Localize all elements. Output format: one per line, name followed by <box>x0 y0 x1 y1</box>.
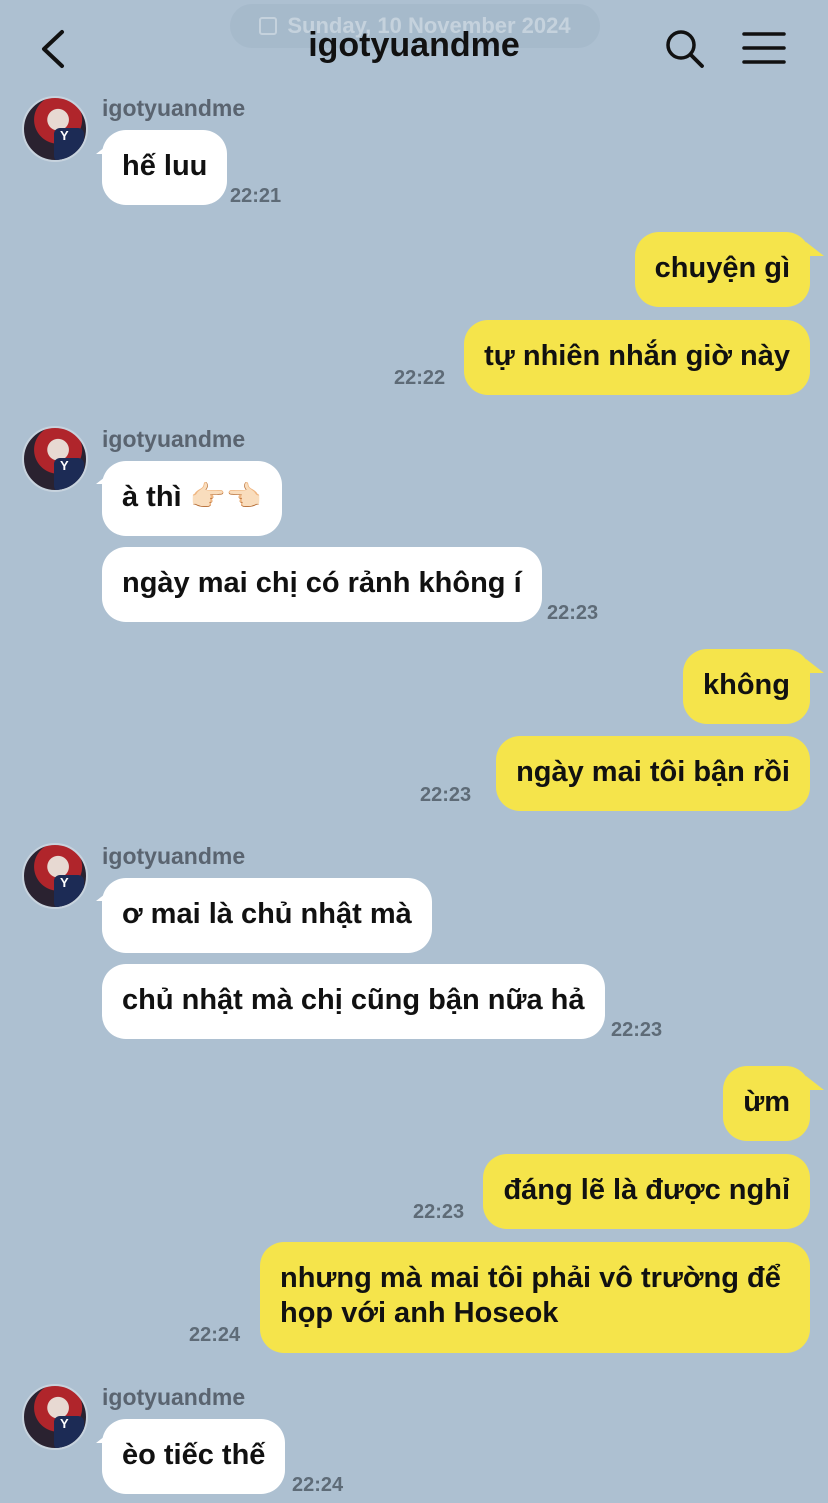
message-time: 22:23 <box>547 602 599 624</box>
message-time: 22:21 <box>230 185 282 207</box>
message-bubble-incoming[interactable]: èo tiếc thế <box>102 1419 286 1494</box>
sender-name: igotyuandme <box>102 1384 246 1410</box>
message-bubble-incoming[interactable]: ơ mai là chủ nhật mà <box>102 878 432 953</box>
message-time: 22:23 <box>611 1019 663 1041</box>
avatar[interactable]: Y <box>22 843 88 909</box>
sender-name: igotyuandme <box>102 843 246 869</box>
message-time: 22:23 <box>413 1201 465 1223</box>
message-bubble-incoming[interactable]: à thì 👉🏻👈🏻 <box>102 461 282 536</box>
message-bubble-incoming[interactable]: chủ nhật mà chị cũng bận nữa hả <box>102 964 605 1039</box>
message-time: 22:23 <box>420 784 472 806</box>
message-bubble-outgoing[interactable]: nhưng mà mai tôi phải vô trường để họp v… <box>260 1242 810 1353</box>
message-bubble-incoming[interactable]: ngày mai chị có rảnh không í <box>102 547 542 622</box>
message-time: 22:24 <box>189 1324 241 1346</box>
message-bubble-outgoing[interactable]: ừm <box>723 1066 810 1141</box>
message-bubble-outgoing[interactable]: tự nhiên nhắn giờ này <box>464 320 810 395</box>
avatar[interactable]: Y <box>22 426 88 492</box>
bubble-tail <box>806 242 824 256</box>
bubble-tail <box>806 1076 824 1090</box>
sender-name: igotyuandme <box>102 95 246 121</box>
message-time: 22:22 <box>394 367 446 389</box>
avatar[interactable]: Y <box>22 1384 88 1450</box>
avatar[interactable]: Y <box>22 96 88 162</box>
message-bubble-outgoing[interactable]: chuyện gì <box>634 232 810 307</box>
bubble-tail <box>806 659 824 673</box>
message-bubble-outgoing[interactable]: không <box>683 649 810 724</box>
message-bubble-outgoing[interactable]: đáng lẽ là được nghỉ <box>483 1154 810 1229</box>
message-time: 22:24 <box>292 1474 344 1496</box>
message-bubble-outgoing[interactable]: ngày mai tôi bận rồi <box>496 736 810 811</box>
menu-icon[interactable] <box>742 30 786 66</box>
message-bubble-incoming[interactable]: hế luu <box>102 130 228 205</box>
search-icon[interactable] <box>664 28 706 70</box>
sender-name: igotyuandme <box>102 426 246 452</box>
